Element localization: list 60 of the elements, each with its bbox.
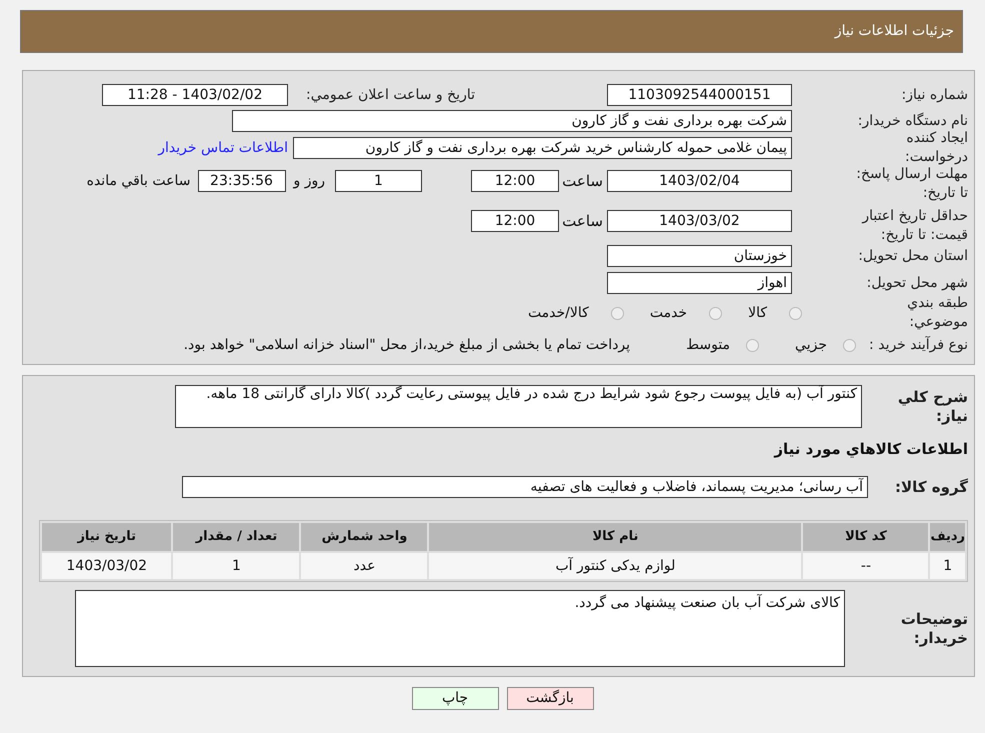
description-textarea[interactable]: کنتور آب (به فایل پیوست رجوع شود شرایط درج شده در فایل پیوستی رعایت گردد )کالا دارای گارانتی 18 ماهه. xyxy=(175,385,862,428)
table-cell: 1 xyxy=(173,553,300,579)
radio-button[interactable] xyxy=(746,338,760,352)
input-field[interactable]: پیمان غلامی حموله کارشناس خرید شرکت بهره برداری نفت و گاز کارون xyxy=(293,137,792,159)
field-label: شرح کلي نياز: xyxy=(896,388,968,426)
input-field[interactable]: اهواز xyxy=(607,272,792,294)
page-title: جزئیات اطلاعات نیاز xyxy=(834,22,954,41)
table-cell: لوازم یدکی کنتور آب xyxy=(429,553,802,579)
radio-label: کالا/خدمت xyxy=(528,304,589,322)
table-cell: عدد xyxy=(301,553,428,579)
input-field[interactable]: خوزستان xyxy=(607,245,792,267)
back-button[interactable]: بازگشت xyxy=(506,687,594,710)
radio-button[interactable] xyxy=(709,306,722,320)
field-label: استان محل تحويل: xyxy=(857,246,968,266)
radio-label: متوسط xyxy=(686,336,730,354)
field-label: نام دستگاه خريدار: xyxy=(856,112,968,130)
radio-button[interactable] xyxy=(789,306,802,320)
column-header: رديف xyxy=(930,523,965,551)
time-label: ساعت xyxy=(561,171,603,192)
column-header: نام کالا xyxy=(429,523,802,551)
countdown-field[interactable]: 23:35:56 xyxy=(198,170,286,192)
table-cell: -- xyxy=(803,553,928,579)
column-header: واحد شمارش xyxy=(301,523,428,551)
radio-label: کالا xyxy=(748,304,767,322)
column-header: کد کالا xyxy=(803,523,928,551)
input-field[interactable]: 1403/03/02 xyxy=(607,210,792,232)
input-field[interactable]: 12:00 xyxy=(471,170,559,192)
field-label: تاريخ و ساعت اعلان عمومي: xyxy=(305,86,475,104)
field-label: حداقل تاريخ اعتبار قيمت: تا تاريخ: xyxy=(860,207,968,245)
print-button[interactable]: چاپ xyxy=(412,687,498,710)
input-field[interactable]: 1403/02/02 - 11:28 xyxy=(102,84,288,106)
field-label: نوع فرآيند خريد : xyxy=(868,336,968,354)
radio-button[interactable] xyxy=(843,338,856,352)
field-label: گروه کالا: xyxy=(894,478,968,496)
radio-label: خدمت xyxy=(650,304,688,322)
input-field[interactable]: 12:00 xyxy=(471,210,559,232)
input-field[interactable]: آب رسانی؛ مدیریت پسماند، فاضلاب و فعالیت های تصفیه xyxy=(182,476,868,498)
time-label: ساعت xyxy=(561,211,603,232)
field-label: مهلت ارسال پاسخ: تا تاريخ: xyxy=(856,165,968,203)
remaining-label: ساعت باقي مانده xyxy=(86,172,190,191)
radio-button[interactable] xyxy=(610,306,624,320)
buyer-contact-link[interactable]: اطلاعات تماس خريدار xyxy=(158,138,288,158)
radio-label: جزيي xyxy=(795,336,827,354)
input-field[interactable]: شرکت بهره برداری نفت و گاز کارون xyxy=(232,110,792,132)
section-title: اطلاعات کالاهاي مورد نياز xyxy=(774,440,968,458)
input-field[interactable]: 1 xyxy=(335,170,422,192)
field-label: طبقه بندي موضوعي: xyxy=(906,294,968,332)
column-header: تعداد / مقدار xyxy=(173,523,300,551)
input-field[interactable]: 1403/02/04 xyxy=(607,170,792,192)
table-cell: 1 xyxy=(930,553,965,579)
column-header: تاريخ نياز xyxy=(42,523,172,551)
table-cell: 1403/03/02 xyxy=(42,553,172,579)
field-label: شهر محل تحويل: xyxy=(866,274,968,292)
notes-textarea[interactable]: کالای شرکت آب بان صنعت پیشنهاد می گردد. xyxy=(75,590,845,667)
days-label: روز و xyxy=(294,172,325,191)
payment-note: پرداخت تمام یا بخشی از مبلغ خرید،از محل "اسناد خزانه اسلامی" خواهد بود. xyxy=(184,336,630,354)
field-label: ايجاد کننده درخواست: xyxy=(904,129,968,167)
field-label: توضيحات خريدار: xyxy=(900,610,968,648)
input-field[interactable]: 1103092544000151 xyxy=(607,84,792,106)
field-label: شماره نياز: xyxy=(900,86,968,104)
